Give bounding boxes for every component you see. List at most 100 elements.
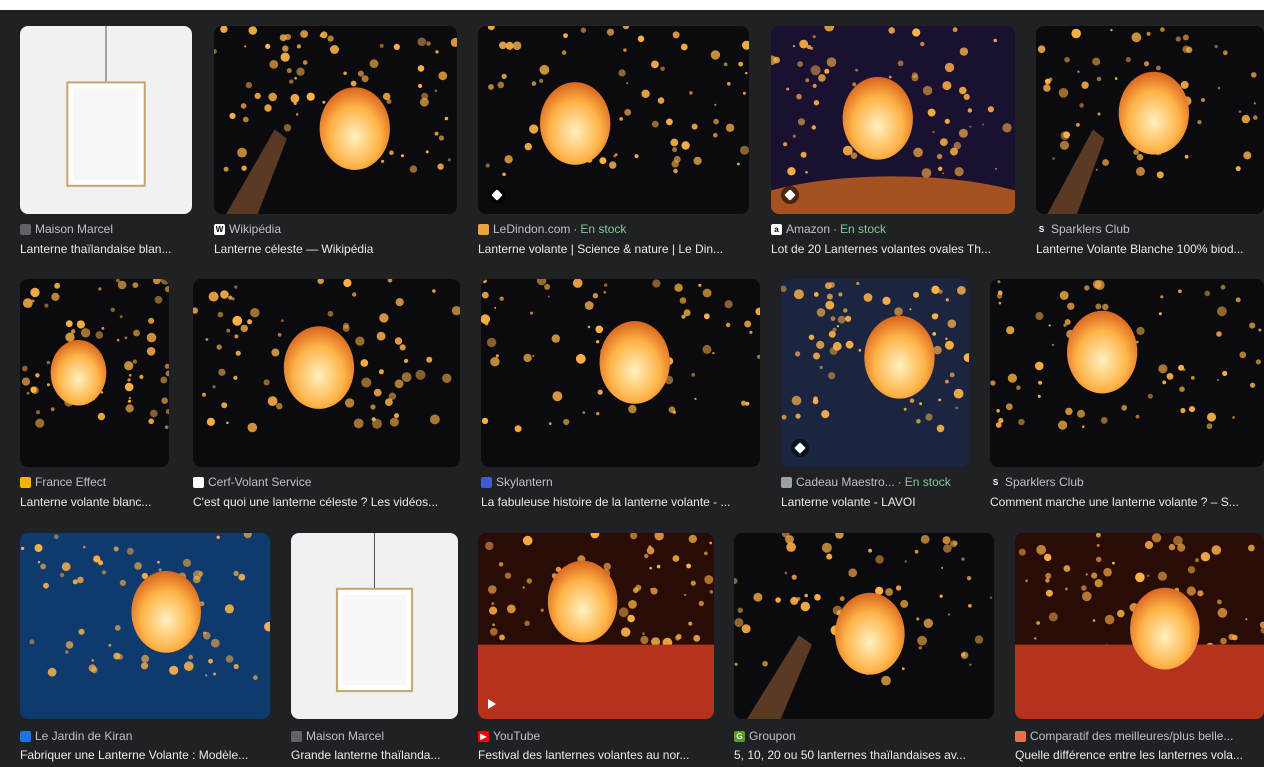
- source-name: LeDindon.com: [493, 222, 571, 236]
- result-thumbnail[interactable]: [291, 533, 458, 719]
- result-source[interactable]: ▶ YouTube: [478, 728, 714, 744]
- wikipedia-icon: W: [214, 223, 225, 235]
- image-result-card[interactable]: Cadeau Maestro... · En stock Lanterne volan…: [781, 279, 976, 513]
- shopping-tag-icon: [781, 186, 799, 204]
- ledindon-icon: [478, 223, 489, 235]
- result-title[interactable]: Lanterne céleste — Wikipédia: [214, 242, 457, 258]
- image-result-card[interactable]: Comparatif des meilleures/plus belle... Q…: [1015, 533, 1264, 766]
- result-source[interactable]: G Groupon: [734, 728, 999, 744]
- source-name: Sparklers Club: [1051, 222, 1130, 236]
- image-result-card[interactable]: a Amazon · En stock Lot de 20 Lanternes vola…: [771, 26, 1015, 260]
- jardin-kiran-icon: [20, 730, 31, 742]
- result-source[interactable]: S Sparklers Club: [990, 474, 1264, 490]
- result-title[interactable]: Lanterne thaïlandaise blan...: [20, 242, 200, 258]
- result-thumbnail[interactable]: [20, 533, 270, 719]
- maison-marcel-icon: [291, 730, 302, 742]
- shopping-tag-icon: [488, 186, 506, 204]
- top-edge: [0, 0, 1264, 10]
- result-source[interactable]: Cadeau Maestro... · En stock: [781, 474, 976, 490]
- skylantern-icon: [481, 476, 492, 488]
- image-result-card[interactable]: LeDindon.com · En stock Lanterne volante | …: [478, 26, 749, 260]
- result-thumbnail[interactable]: [771, 26, 1015, 214]
- result-source[interactable]: Maison Marcel: [20, 221, 200, 237]
- source-name: Maison Marcel: [35, 222, 114, 236]
- result-title[interactable]: Lanterne volante - LAVOI: [781, 495, 976, 511]
- stock-status: En stock: [840, 222, 887, 236]
- result-thumbnail[interactable]: [214, 26, 457, 214]
- result-source[interactable]: Comparatif des meilleures/plus belle...: [1015, 728, 1264, 744]
- result-thumbnail[interactable]: [478, 533, 714, 719]
- result-title[interactable]: Lanterne volante blanc...: [20, 495, 180, 511]
- stock-status: En stock: [580, 222, 627, 236]
- image-result-card[interactable]: Le Jardin de Kiran Fabriquer une Lanterne…: [20, 533, 275, 766]
- result-title[interactable]: 5, 10, 20 ou 50 lanternes thaïlandaises …: [734, 748, 999, 764]
- source-name: Le Jardin de Kiran: [35, 729, 133, 743]
- result-title[interactable]: C'est quoi une lanterne céleste ? Les vi…: [193, 495, 460, 511]
- result-source[interactable]: W Wikipédia: [214, 221, 457, 237]
- source-name: YouTube: [493, 729, 541, 743]
- comparatif-icon: [1015, 730, 1026, 742]
- separator-dot: ·: [573, 222, 578, 236]
- image-result-card[interactable]: G Groupon 5, 10, 20 ou 50 lanternes thaïla…: [734, 533, 999, 766]
- image-result-card[interactable]: S Sparklers Club Lanterne Volante Blanche …: [1036, 26, 1264, 260]
- image-result-card[interactable]: Maison Marcel Lanterne thaïlandaise blan.…: [20, 26, 200, 260]
- amazon-icon: a: [771, 223, 782, 235]
- separator-dot: ·: [897, 475, 902, 489]
- result-title[interactable]: Comment marche une lanterne volante ? – …: [990, 495, 1264, 511]
- cerf-volant-icon: [193, 476, 204, 488]
- result-thumbnail[interactable]: [478, 26, 749, 214]
- shopping-tag-icon: [791, 439, 809, 457]
- source-name: Sparklers Club: [1005, 475, 1084, 489]
- sparklers-icon: S: [1036, 223, 1047, 235]
- france-effect-icon: [20, 476, 31, 488]
- cadeau-maestro-icon: [781, 476, 792, 488]
- groupon-icon: G: [734, 730, 745, 742]
- result-source[interactable]: LeDindon.com · En stock: [478, 221, 749, 237]
- youtube-icon: ▶: [478, 730, 489, 742]
- result-thumbnail[interactable]: [1015, 533, 1264, 719]
- image-results-grid: Maison Marcel Lanterne thaïlandaise blan.…: [0, 0, 1264, 767]
- result-title[interactable]: Fabriquer une Lanterne Volante : Modèle.…: [20, 748, 275, 764]
- source-name: Cadeau Maestro...: [796, 475, 895, 489]
- result-thumbnail[interactable]: [990, 279, 1264, 467]
- result-source[interactable]: Maison Marcel: [291, 728, 463, 744]
- result-thumbnail[interactable]: [20, 26, 192, 214]
- result-source[interactable]: a Amazon · En stock: [771, 221, 1015, 237]
- result-title[interactable]: Festival des lanternes volantes au nor..…: [478, 748, 714, 764]
- source-name: Wikipédia: [229, 222, 282, 236]
- result-thumbnail[interactable]: [1036, 26, 1264, 214]
- result-source[interactable]: Cerf-Volant Service: [193, 474, 460, 490]
- separator-dot: ·: [833, 222, 838, 236]
- result-source[interactable]: Le Jardin de Kiran: [20, 728, 275, 744]
- image-result-card[interactable]: Cerf-Volant Service C'est quoi une lanter…: [193, 279, 460, 513]
- result-title[interactable]: Quelle différence entre les lanternes vo…: [1015, 748, 1264, 764]
- result-thumbnail[interactable]: [20, 279, 169, 467]
- result-title[interactable]: Lanterne Volante Blanche 100% biod...: [1036, 242, 1264, 258]
- play-icon: [488, 699, 496, 709]
- image-result-card[interactable]: Skylantern La fabuleuse histoire de la la…: [481, 279, 760, 513]
- source-name: Maison Marcel: [306, 729, 385, 743]
- result-title[interactable]: Grande lanterne thaïlanda...: [291, 748, 463, 764]
- image-result-card[interactable]: W Wikipédia Lanterne céleste — Wikipédia: [214, 26, 457, 260]
- result-title[interactable]: Lanterne volante | Science & nature | Le…: [478, 242, 749, 258]
- image-result-card[interactable]: ▶ YouTube Festival des lanternes volantes …: [478, 533, 714, 766]
- source-name: Cerf-Volant Service: [208, 475, 312, 489]
- result-thumbnail[interactable]: [734, 533, 994, 719]
- result-title[interactable]: Lot de 20 Lanternes volantes ovales Th..…: [771, 242, 1015, 258]
- source-name: Groupon: [749, 729, 796, 743]
- maison-marcel-icon: [20, 223, 31, 235]
- stock-status: En stock: [904, 475, 951, 489]
- source-name: Skylantern: [496, 475, 553, 489]
- image-result-card[interactable]: France Effect Lanterne volante blanc...: [20, 279, 180, 513]
- image-result-card[interactable]: S Sparklers Club Comment marche une lanter…: [990, 279, 1264, 513]
- result-title[interactable]: La fabuleuse histoire de la lanterne vol…: [481, 495, 760, 511]
- source-name: Comparatif des meilleures/plus belle...: [1030, 729, 1234, 743]
- result-source[interactable]: France Effect: [20, 474, 180, 490]
- result-thumbnail[interactable]: [781, 279, 969, 467]
- sparklers-icon: S: [990, 476, 1001, 488]
- result-thumbnail[interactable]: [481, 279, 760, 467]
- image-result-card[interactable]: Maison Marcel Grande lanterne thaïlanda..…: [291, 533, 463, 766]
- result-source[interactable]: S Sparklers Club: [1036, 221, 1264, 237]
- result-source[interactable]: Skylantern: [481, 474, 760, 490]
- result-thumbnail[interactable]: [193, 279, 460, 467]
